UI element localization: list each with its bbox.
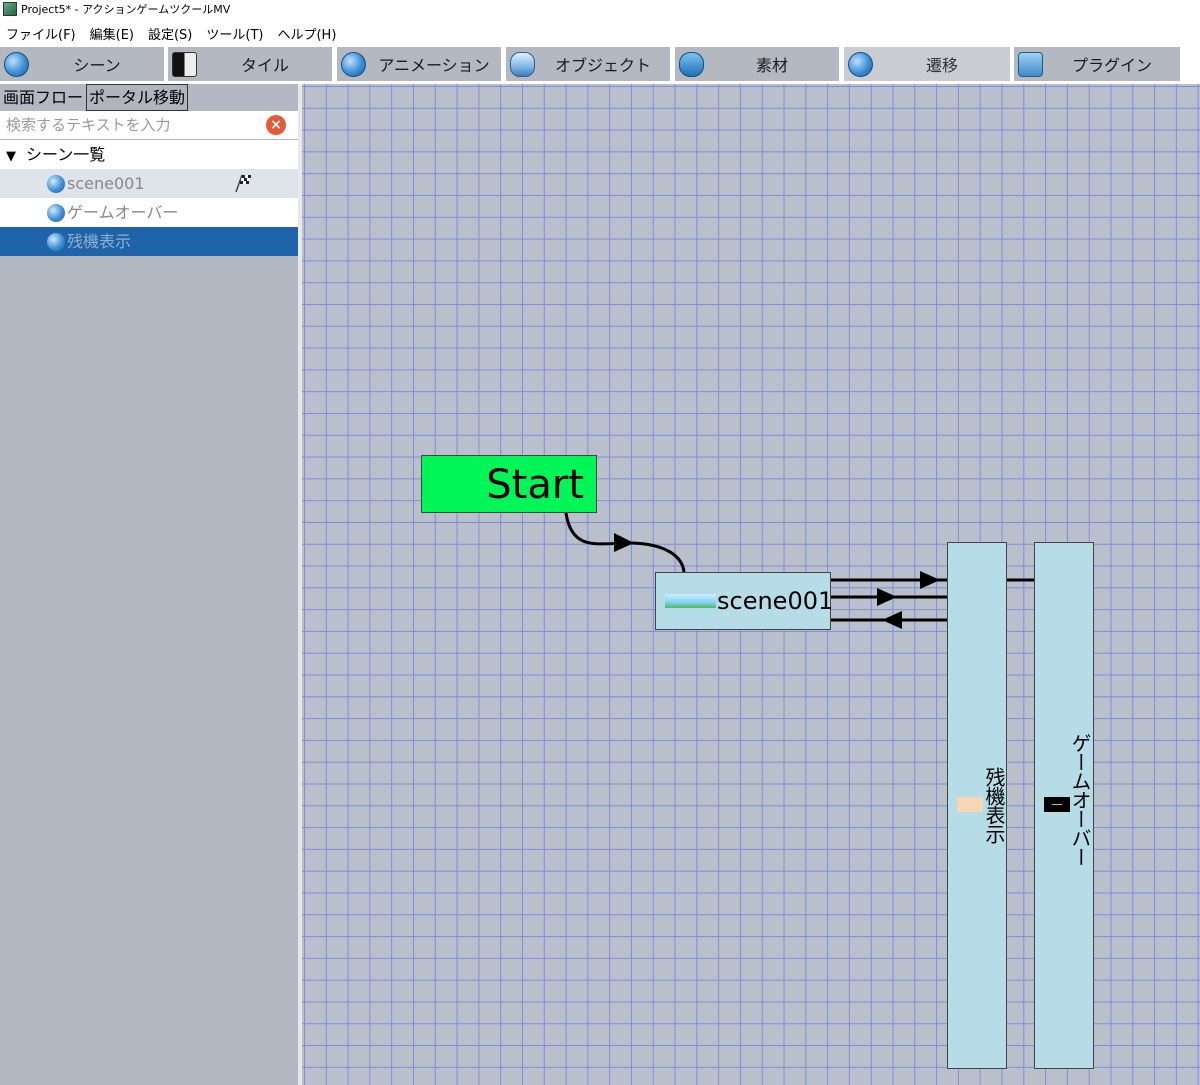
subtab-bar: 画面フロー ポータル移動: [0, 84, 189, 111]
tab-material[interactable]: 素材: [675, 47, 839, 81]
subtab-screen-flow[interactable]: 画面フロー: [0, 84, 87, 111]
tab-object[interactable]: オブジェクト: [506, 47, 670, 81]
flow-canvas[interactable]: Start scene001 残機表示 ゲームオーバー: [302, 84, 1200, 1085]
scene-node-gameover[interactable]: ゲームオーバー: [1034, 542, 1094, 1069]
scene-icon: [47, 233, 65, 251]
menu-help[interactable]: ヘルプ(H): [271, 24, 344, 43]
title-bar: Project5* - アクションゲームツクールMV: [0, 0, 1200, 18]
collapse-triangle-icon[interactable]: ▼: [0, 142, 22, 171]
scene-node-zanki[interactable]: 残機表示: [947, 542, 1007, 1069]
tab-plugin[interactable]: プラグイン: [1014, 47, 1180, 81]
scene-list-header[interactable]: ▼ シーン一覧: [0, 140, 298, 169]
scene-node-scene001[interactable]: scene001: [655, 572, 833, 630]
tab-scene[interactable]: シーン: [0, 47, 164, 81]
search-box: ×: [0, 111, 298, 139]
tab-tile[interactable]: タイル: [168, 47, 332, 81]
edge-arrowhead: [877, 588, 897, 606]
left-panel: 画面フロー ポータル移動 × ▼シーン一覧 scene001 ゲームオーバー 残…: [0, 84, 302, 1085]
scene-icon: [47, 204, 65, 222]
menu-tools[interactable]: ツール(T): [200, 24, 271, 43]
edge-arrowhead: [920, 571, 940, 589]
scene-list-item-scene001[interactable]: scene001: [0, 169, 298, 198]
tab-transition[interactable]: 遷移: [844, 47, 1010, 81]
main-tab-bar: シーン タイル アニメーション オブジェクト 素材 遷移 プラグイン: [0, 47, 1200, 83]
window-title: Project5* - アクションゲームツクールMV: [21, 3, 231, 16]
edge-arrowhead: [614, 533, 634, 552]
edge-arrowhead: [882, 611, 902, 629]
subtab-portal-move[interactable]: ポータル移動: [86, 84, 189, 111]
menu-edit[interactable]: 編集(E): [84, 24, 142, 43]
menu-settings[interactable]: 設定(S): [142, 24, 200, 43]
scene-thumbnail: [665, 594, 716, 608]
start-node[interactable]: Start: [421, 455, 597, 513]
search-input[interactable]: [6, 114, 256, 136]
menu-bar: ファイル(F) 編集(E) 設定(S) ツール(T) ヘルプ(H): [0, 22, 344, 44]
scene-list-item-gameover[interactable]: ゲームオーバー: [0, 198, 298, 227]
app-icon: [3, 2, 17, 16]
menu-file[interactable]: ファイル(F): [0, 24, 84, 43]
clear-icon[interactable]: ×: [266, 115, 286, 135]
start-flag-icon: [235, 174, 251, 193]
tab-animation[interactable]: アニメーション: [337, 47, 501, 81]
scene-icon: [47, 175, 65, 193]
scene-list-item-zanki[interactable]: 残機表示: [0, 227, 298, 256]
